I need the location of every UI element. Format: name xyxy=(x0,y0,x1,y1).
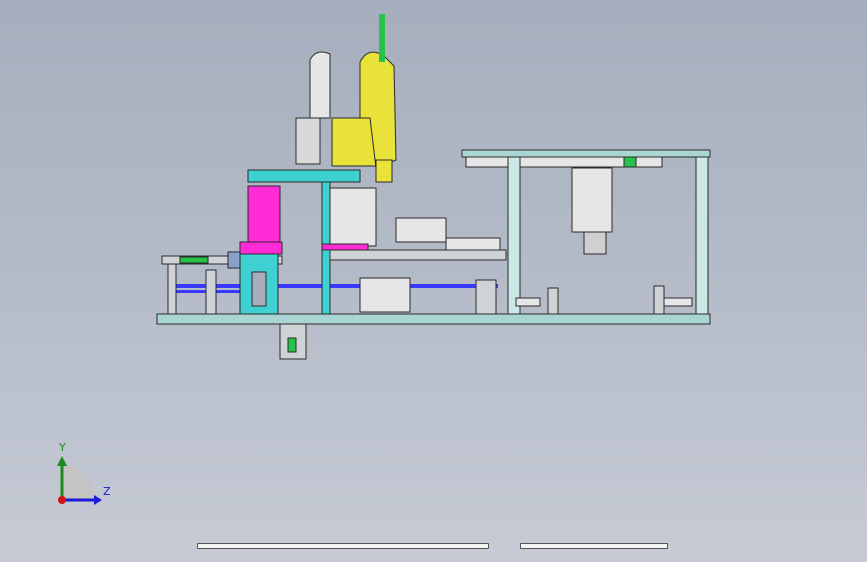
gantry-carriage-green xyxy=(623,156,637,168)
magenta-column xyxy=(247,185,281,243)
horizontal-scrollbar-right[interactable] xyxy=(520,543,668,549)
assembly-model[interactable] xyxy=(0,0,867,562)
gantry-top-beam xyxy=(461,149,711,158)
center-magenta xyxy=(321,243,369,251)
right-device-1 xyxy=(515,297,541,307)
gantry-head xyxy=(571,167,613,233)
gantry-left-post xyxy=(507,156,521,315)
bottom-fixture-green xyxy=(287,337,297,353)
base-plate xyxy=(156,313,711,325)
cad-viewport[interactable]: Y Z xyxy=(0,0,867,562)
cyan-top-plate xyxy=(247,169,361,183)
gantry-head-lower xyxy=(583,231,607,255)
center-plate xyxy=(329,249,507,261)
triad-z-label: Z xyxy=(103,485,111,498)
left-stand xyxy=(167,261,177,315)
rail-right xyxy=(445,237,501,251)
gantry-right-post xyxy=(695,156,709,315)
robot-base-gray xyxy=(295,117,321,165)
robot-quill xyxy=(375,159,393,183)
cyan-pedestal-slot xyxy=(251,271,267,307)
triad-origin xyxy=(58,496,66,504)
triad-z-arrow xyxy=(94,495,102,505)
center-module xyxy=(329,187,377,247)
orientation-triad[interactable] xyxy=(57,456,102,505)
horizontal-scrollbar-left[interactable] xyxy=(197,543,489,549)
triad-y-label: Y xyxy=(59,441,66,454)
left-green-part xyxy=(179,256,209,264)
center-lower-box xyxy=(359,277,411,313)
cyan-shelf xyxy=(239,241,283,255)
robot-base-yellow xyxy=(331,117,377,167)
right-stand-2 xyxy=(653,285,665,315)
gripper-block xyxy=(395,217,447,243)
center-right-stand xyxy=(475,279,497,315)
left-stand-2 xyxy=(205,269,217,315)
triad-sector xyxy=(62,466,96,500)
triad-y-arrow xyxy=(57,456,67,466)
robot-arm-gray xyxy=(309,51,331,119)
right-device-2 xyxy=(663,297,693,307)
robot-tool-green xyxy=(379,14,385,62)
blue-rail-upper xyxy=(168,284,498,288)
right-stand-1 xyxy=(547,287,559,315)
